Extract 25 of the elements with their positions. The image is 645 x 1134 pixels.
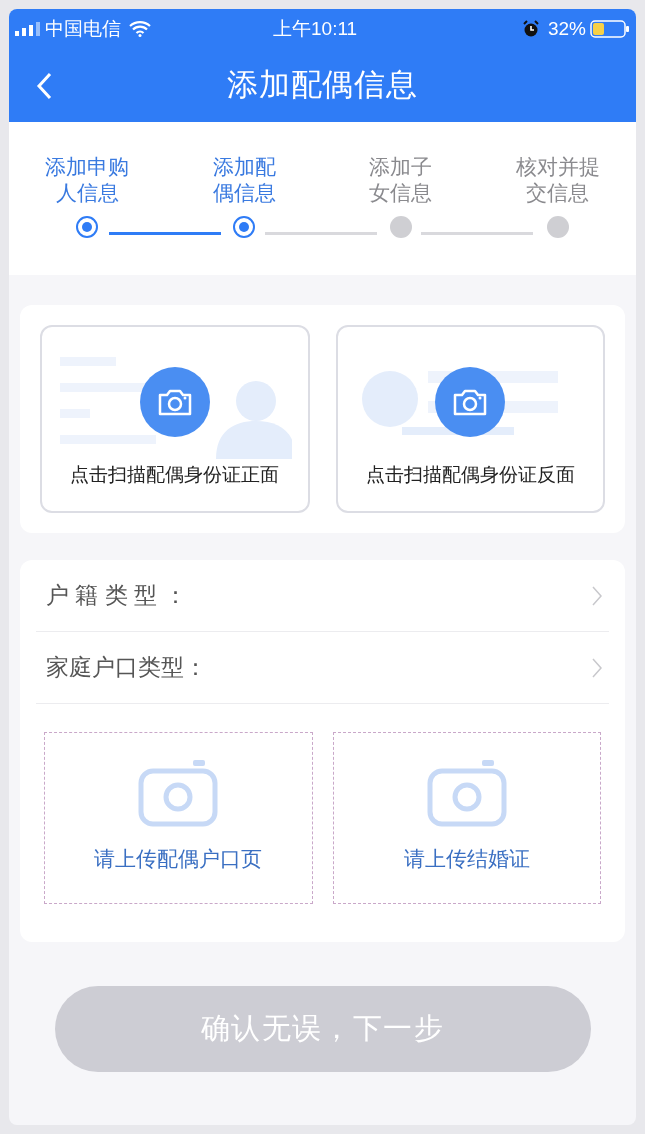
alarm-icon [521,20,540,38]
chevron-right-icon [591,584,603,607]
upload-box[interactable]: 请上传配偶户口页 [44,732,313,904]
battery-icon [590,20,630,38]
upload-box[interactable]: 请上传结婚证 [332,732,601,904]
clock-time: 上午10:11 [273,16,358,41]
select-row[interactable]: 家庭户口类型： [36,632,609,704]
battery-percent: 32% [547,16,586,41]
scan-label: 点击扫描配偶身份证反面 [364,463,576,487]
page-title: 添加配偶信息 [227,66,418,105]
step-label: 添加申购 人信息 [45,154,130,206]
signal-icon [15,22,41,36]
camera-icon [138,759,219,827]
camera-icon [426,759,507,827]
step-label: 核对并提 交信息 [515,154,600,206]
step-label: 添加子 女信息 [369,154,433,206]
wifi-icon [129,21,151,37]
id-scan-card[interactable]: 点击扫描配偶身份证正面 [40,325,310,513]
select-row[interactable]: 户 籍 类 型 ： [36,560,609,632]
chevron-right-icon [591,656,603,679]
scan-label: 点击扫描配偶身份证正面 [69,463,281,487]
back-chevron-icon [36,72,52,100]
id-scan-card[interactable]: 点击扫描配偶身份证反面 [335,325,605,513]
carrier-name: 中国电信 [45,16,121,41]
step-label: 添加配 偶信息 [212,154,276,206]
